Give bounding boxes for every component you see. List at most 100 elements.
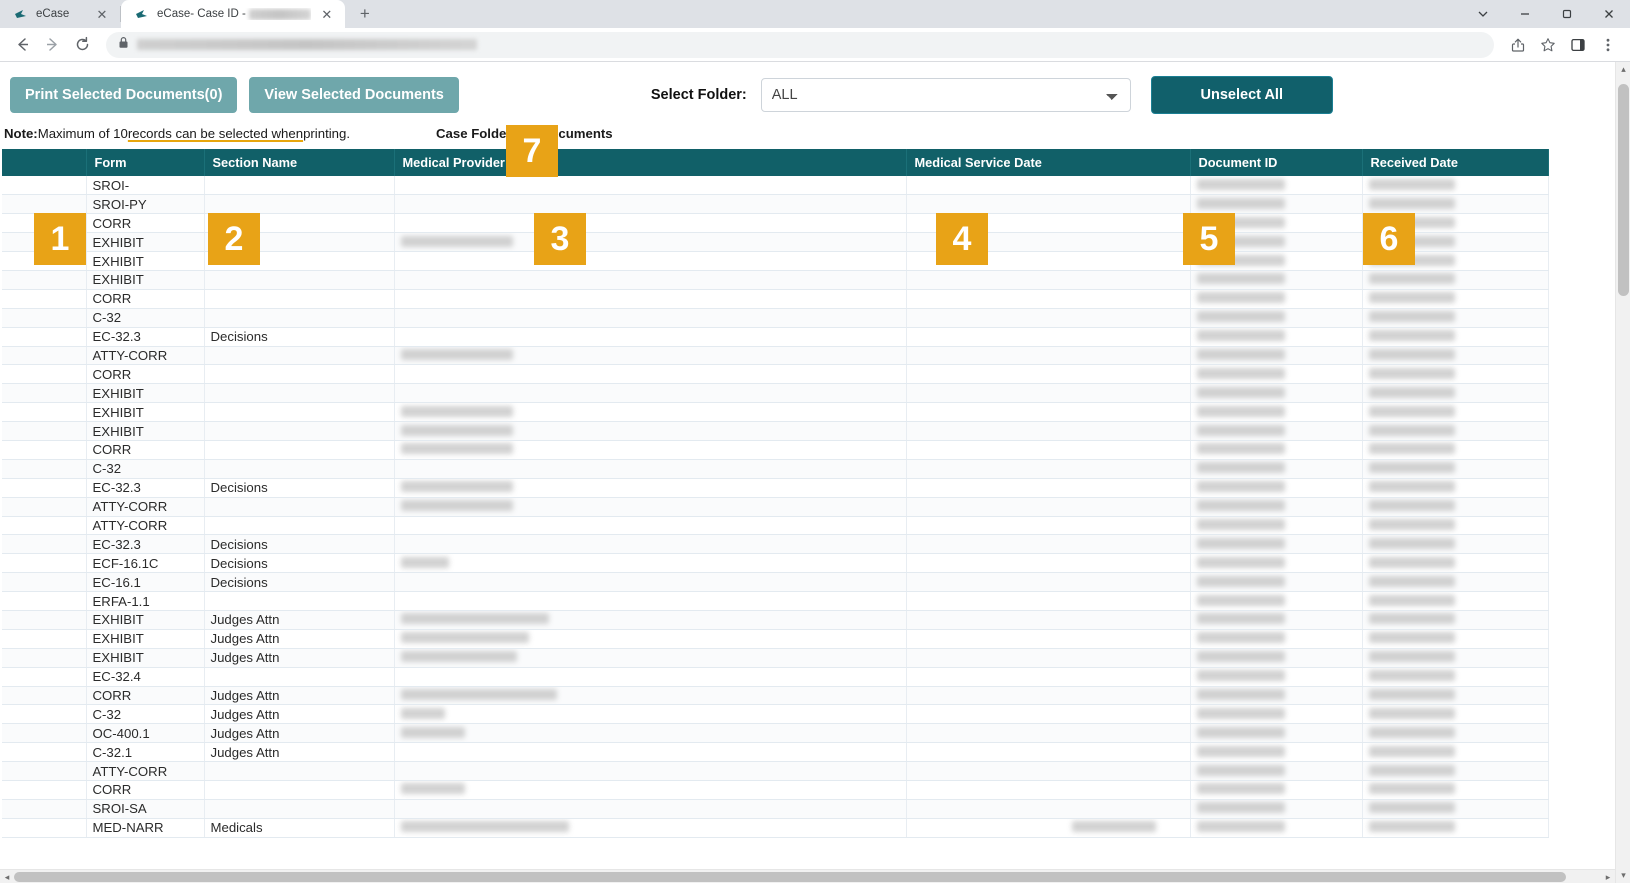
table-row[interactable]: EXHIBIT: [2, 384, 1548, 403]
table-row[interactable]: SROI-PY: [2, 195, 1548, 214]
row-select-cell[interactable]: [2, 573, 86, 592]
row-select-cell[interactable]: [2, 327, 86, 346]
row-select-cell[interactable]: [2, 422, 86, 441]
table-row[interactable]: EXHIBITJudges Attn: [2, 610, 1548, 629]
row-select-cell[interactable]: [2, 667, 86, 686]
row-select-cell[interactable]: [2, 497, 86, 516]
table-row[interactable]: EXHIBIT: [2, 270, 1548, 289]
row-select-cell[interactable]: [2, 535, 86, 554]
table-row[interactable]: CORR: [2, 781, 1548, 800]
row-select-cell[interactable]: [2, 440, 86, 459]
kebab-menu-icon[interactable]: [1594, 31, 1622, 59]
table-row[interactable]: ERFA-1.1: [2, 592, 1548, 611]
table-row[interactable]: CORRJudges Attn: [2, 686, 1548, 705]
maximize-icon[interactable]: [1546, 0, 1588, 28]
row-select-cell[interactable]: [2, 270, 86, 289]
table-row[interactable]: EXHIBITJudges Attn: [2, 629, 1548, 648]
horizontal-scroll-thumb[interactable]: [14, 872, 1566, 882]
row-select-cell[interactable]: [2, 289, 86, 308]
table-row[interactable]: OC-400.1Judges Attn: [2, 724, 1548, 743]
table-row[interactable]: EXHIBITJudges Attn: [2, 648, 1548, 667]
row-select-cell[interactable]: [2, 554, 86, 573]
row-select-cell[interactable]: [2, 195, 86, 214]
table-row[interactable]: CORR: [2, 365, 1548, 384]
close-icon[interactable]: [1588, 0, 1630, 28]
table-row[interactable]: EXHIBIT: [2, 403, 1548, 422]
table-row[interactable]: ATTY-CORR: [2, 346, 1548, 365]
table-row[interactable]: C-32Judges Attn: [2, 705, 1548, 724]
browser-tab-2[interactable]: eCase- Case ID - ✕: [121, 0, 345, 28]
scroll-right-arrow-icon[interactable]: ▸: [1602, 871, 1614, 883]
side-panel-icon[interactable]: [1564, 31, 1592, 59]
table-row[interactable]: ATTY-CORR: [2, 762, 1548, 781]
print-selected-documents-button[interactable]: Print Selected Documents(0): [10, 77, 237, 113]
table-horizontal-scrollbar[interactable]: ◂ ▸: [0, 869, 1615, 883]
unselect-all-button[interactable]: Unselect All: [1151, 76, 1333, 114]
row-select-cell[interactable]: [2, 818, 86, 837]
address-bar[interactable]: [106, 32, 1494, 58]
col-header-medical-service-date[interactable]: Medical Service Date: [906, 149, 1190, 176]
scroll-up-arrow-icon[interactable]: ▴: [1619, 65, 1628, 74]
table-row[interactable]: EC-32.4: [2, 667, 1548, 686]
col-header-section-name[interactable]: Section Name: [204, 149, 394, 176]
table-row[interactable]: EC-32.3Decisions: [2, 478, 1548, 497]
scroll-down-arrow-icon[interactable]: ▾: [1619, 871, 1628, 880]
row-select-cell[interactable]: [2, 781, 86, 800]
bookmark-star-icon[interactable]: [1534, 31, 1562, 59]
table-row[interactable]: ATTY-CORR: [2, 497, 1548, 516]
row-select-cell[interactable]: [2, 365, 86, 384]
table-row[interactable]: SROI-: [2, 176, 1548, 195]
row-select-cell[interactable]: [2, 592, 86, 611]
table-row[interactable]: ECF-16.1CDecisions: [2, 554, 1548, 573]
table-row[interactable]: SROI-SA: [2, 799, 1548, 818]
reload-icon[interactable]: [68, 31, 96, 59]
row-select-cell[interactable]: [2, 724, 86, 743]
row-select-cell[interactable]: [2, 459, 86, 478]
row-select-cell[interactable]: [2, 308, 86, 327]
table-row[interactable]: CORR: [2, 440, 1548, 459]
col-header-document-id[interactable]: Document ID: [1190, 149, 1362, 176]
scroll-left-arrow-icon[interactable]: ◂: [1, 871, 13, 883]
col-header-form[interactable]: Form: [86, 149, 204, 176]
table-row[interactable]: EC-16.1Decisions: [2, 573, 1548, 592]
row-select-cell[interactable]: [2, 799, 86, 818]
row-select-cell[interactable]: [2, 705, 86, 724]
table-row[interactable]: C-32: [2, 459, 1548, 478]
row-select-cell[interactable]: [2, 516, 86, 535]
row-select-cell[interactable]: [2, 743, 86, 762]
table-row[interactable]: MED-NARRMedicals: [2, 818, 1548, 837]
table-row[interactable]: EC-32.3Decisions: [2, 327, 1548, 346]
vertical-scroll-thumb[interactable]: [1618, 84, 1629, 296]
browser-tab-1-close-icon[interactable]: ✕: [94, 6, 110, 22]
col-header-medical-provider-name[interactable]: Medical Provider Name: [394, 149, 906, 176]
row-select-cell[interactable]: [2, 346, 86, 365]
table-row[interactable]: C-32: [2, 308, 1548, 327]
row-select-cell[interactable]: [2, 403, 86, 422]
row-select-cell[interactable]: [2, 478, 86, 497]
table-row[interactable]: CORR: [2, 289, 1548, 308]
new-tab-button[interactable]: +: [351, 0, 379, 28]
share-icon[interactable]: [1504, 31, 1532, 59]
table-row[interactable]: C-32.1Judges Attn: [2, 743, 1548, 762]
view-selected-documents-button[interactable]: View Selected Documents: [249, 77, 458, 113]
select-folder-dropdown[interactable]: ALL: [761, 78, 1131, 112]
table-row[interactable]: EXHIBIT: [2, 422, 1548, 441]
forward-icon[interactable]: [38, 31, 66, 59]
minimize-icon[interactable]: [1504, 0, 1546, 28]
row-select-cell[interactable]: [2, 686, 86, 705]
page-vertical-scrollbar[interactable]: ▴ ▾: [1615, 62, 1630, 883]
back-icon[interactable]: [8, 31, 36, 59]
row-select-cell[interactable]: [2, 384, 86, 403]
browser-tab-1[interactable]: eCase ✕: [0, 0, 120, 28]
col-header-received-date[interactable]: Received Date: [1362, 149, 1548, 176]
browser-tab-2-close-icon[interactable]: ✕: [319, 6, 335, 22]
row-select-cell[interactable]: [2, 762, 86, 781]
row-select-cell[interactable]: [2, 610, 86, 629]
table-row[interactable]: EC-32.3Decisions: [2, 535, 1548, 554]
table-row[interactable]: ATTY-CORR: [2, 516, 1548, 535]
row-select-cell[interactable]: [2, 648, 86, 667]
row-select-cell[interactable]: [2, 176, 86, 195]
row-select-cell[interactable]: [2, 629, 86, 648]
tab-search-chevron-icon[interactable]: [1462, 0, 1504, 28]
col-header-select[interactable]: [2, 149, 86, 176]
